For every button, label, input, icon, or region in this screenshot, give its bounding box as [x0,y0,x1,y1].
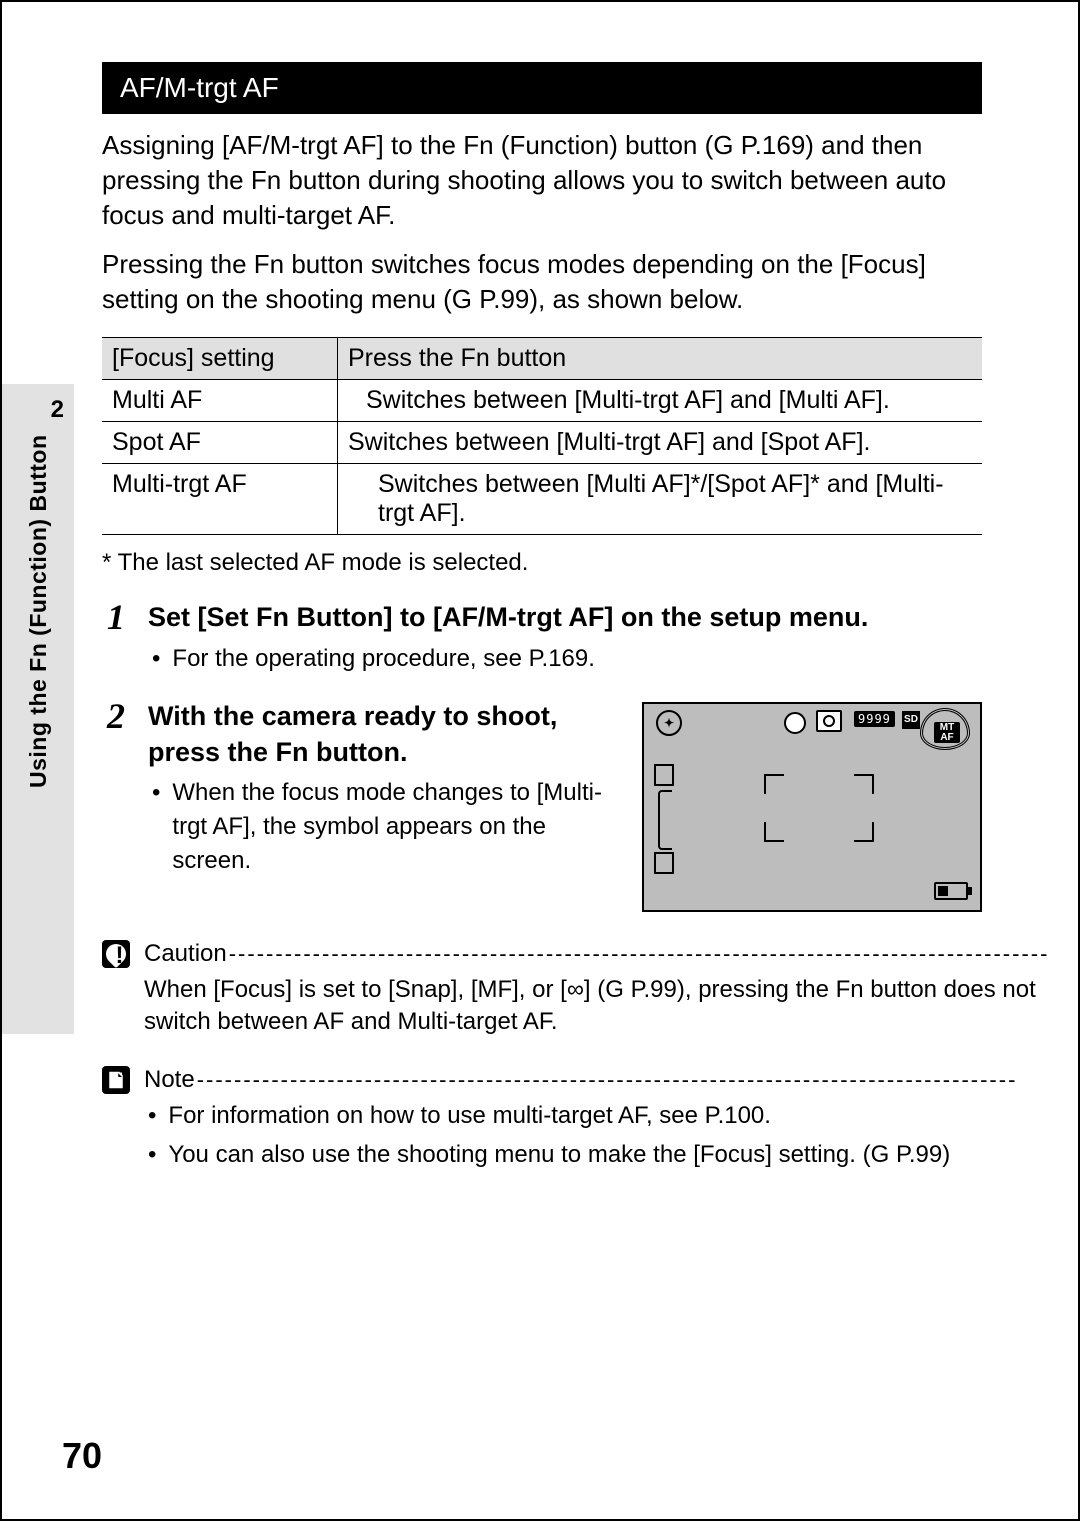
af-bracket-icon [854,774,874,794]
step-bullet: • For the operating procedure, see P.169… [152,642,868,676]
sd-card-icon: SD [902,711,920,729]
table-footnote: * The last selected AF mode is selected. [102,549,982,577]
table-header-fn: Press the Fn button [338,338,983,380]
step-number: 2 [102,698,130,734]
step-title: With the camera ready to shoot, press th… [148,698,620,771]
intro-paragraph-2: Pressing the Fn button switches focus mo… [102,247,982,317]
note-bullet: • You can also use the shooting menu to … [148,1139,1017,1171]
mode-dial-icon: ✦ [656,710,682,736]
note-block: Note -----------------------------------… [102,1066,982,1171]
chapter-tab: 2 Using the Fn (Function) Button [2,384,74,1034]
af-bracket-icon [764,822,784,842]
mtaf-symbol: MT AF [920,708,970,750]
battery-icon [934,882,968,900]
step-bullet: • When the focus mode changes to [Multi-… [152,776,620,877]
note-icon [102,1066,130,1094]
table-row: Spot AF Switches between [Multi-trgt AF]… [102,422,982,464]
page-number: 70 [62,1435,102,1477]
step-1: 1 Set [Set Fn Button] to [AF/M-trgt AF] … [102,599,982,675]
chapter-number: 2 [2,384,74,424]
camera-icon [816,710,842,732]
caution-icon [102,940,130,968]
indicator-icon [654,764,674,786]
status-icon [784,712,806,734]
table-row: Multi AF Switches between [Multi-trgt AF… [102,380,982,422]
note-bullet: • For information on how to use multi-ta… [148,1100,1017,1132]
step-title: Set [Set Fn Button] to [AF/M-trgt AF] on… [148,599,868,635]
focus-mode-table: [Focus] setting Press the Fn button Mult… [102,337,982,535]
dash-rule: ----------------------------------------… [197,1067,1018,1093]
camera-screen-illustration: ✦ 9999 SD MT AF [642,702,982,912]
note-title: Note [144,1066,195,1094]
caution-text: When [Focus] is set to [Snap], [MF], or … [144,974,1049,1039]
intro-paragraph-1: Assigning [AF/M-trgt AF] to the Fn (Func… [102,128,982,233]
step-number: 1 [102,599,130,635]
table-row: Multi-trgt AF Switches between [Multi AF… [102,464,982,535]
chapter-title: Using the Fn (Function) Button [25,434,52,1006]
table-header-focus: [Focus] setting [102,338,338,380]
af-bracket-icon [764,774,784,794]
shots-remaining: 9999 [854,711,895,727]
section-heading: AF/M-trgt AF [102,62,982,114]
dash-rule: ----------------------------------------… [229,941,1050,967]
caution-block: Caution --------------------------------… [102,940,982,1039]
af-bracket-icon [854,822,874,842]
indicator-icon [654,852,674,874]
caution-title: Caution [144,940,227,968]
zoom-bar-icon [658,790,672,850]
step-2: 2 With the camera ready to shoot, press … [102,698,982,912]
